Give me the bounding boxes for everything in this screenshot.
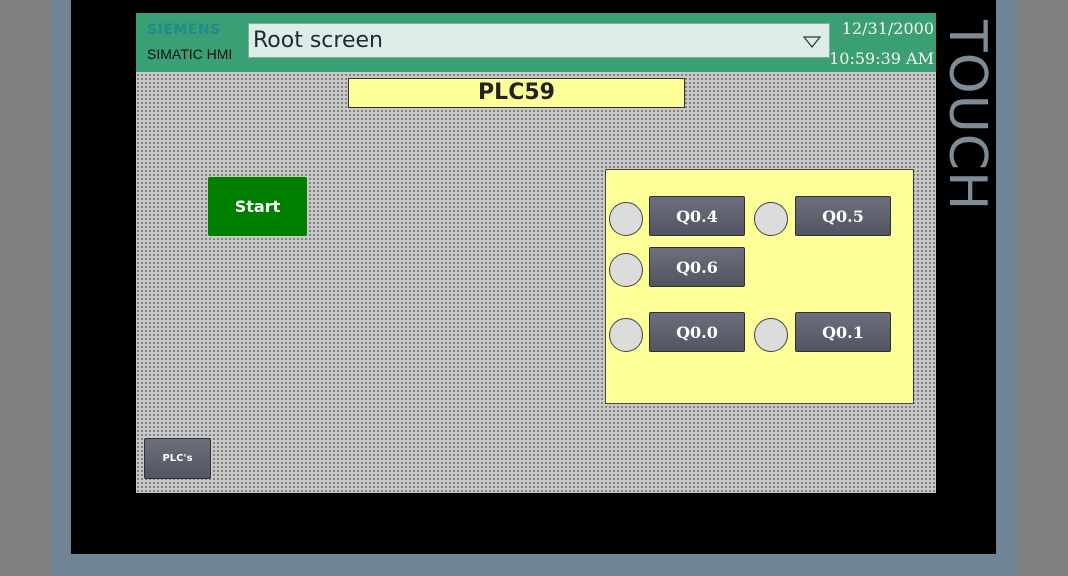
lamp-q0-0-indicator xyxy=(609,318,643,352)
q0-0-button[interactable]: Q0.0 xyxy=(649,312,745,352)
hmi-screen: SIEMENS SIMATIC HMI Root screen 12/31/20… xyxy=(136,13,936,493)
q0-5-button[interactable]: Q0.5 xyxy=(795,196,891,236)
q0-1-button[interactable]: Q0.1 xyxy=(795,312,891,352)
siemens-logo: SIEMENS xyxy=(147,22,221,38)
time-display: 10:59:39 AM xyxy=(829,49,934,68)
output-status-panel: Q0.4 Q0.5 Q0.6 Q0.0 Q0.1 xyxy=(605,169,914,404)
start-button[interactable]: Start xyxy=(208,177,307,236)
screen-selector-value: Root screen xyxy=(253,28,383,53)
q0-4-button[interactable]: Q0.4 xyxy=(649,196,745,236)
page-title: PLC59 xyxy=(348,78,685,108)
hmi-header: SIEMENS SIMATIC HMI Root screen 12/31/20… xyxy=(136,13,936,72)
simatic-hmi-label: SIMATIC HMI xyxy=(147,46,233,62)
lamp-q0-6-indicator xyxy=(609,253,643,287)
touch-brand-label: TOUCH xyxy=(937,20,997,212)
lamp-q0-1-indicator xyxy=(754,318,788,352)
screen-selector-dropdown[interactable]: Root screen xyxy=(248,23,830,58)
date-display: 12/31/2000 xyxy=(841,19,934,38)
chevron-down-icon xyxy=(803,36,821,48)
plcs-nav-button[interactable]: PLC's xyxy=(144,438,211,479)
q0-6-button[interactable]: Q0.6 xyxy=(649,247,745,287)
lamp-q0-4-indicator xyxy=(609,202,643,236)
lamp-q0-5-indicator xyxy=(754,202,788,236)
